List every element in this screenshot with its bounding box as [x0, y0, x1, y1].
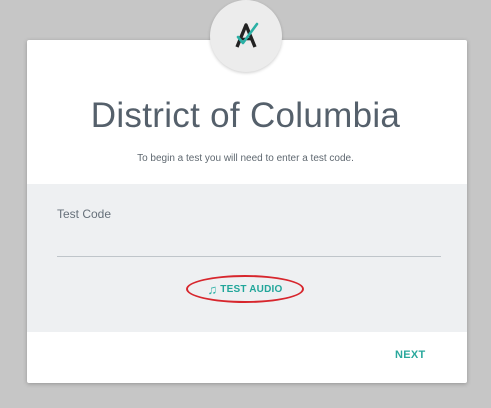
page-subtitle: To begin a test you will need to enter a… [137, 153, 354, 164]
test-audio-label: TEST AUDIO [220, 283, 283, 295]
test-code-label: Test Code [57, 207, 112, 221]
next-button[interactable]: NEXT [391, 347, 430, 363]
screen: District of Columbia To begin a test you… [0, 0, 491, 408]
music-note-icon: ♫ [207, 281, 218, 297]
logo [210, 0, 282, 72]
test-audio-button[interactable]: ♫ TEST AUDIO [186, 275, 304, 303]
a-check-logo-icon [235, 22, 259, 48]
test-code-input[interactable] [57, 222, 441, 257]
page-title: District of Columbia [90, 96, 401, 135]
